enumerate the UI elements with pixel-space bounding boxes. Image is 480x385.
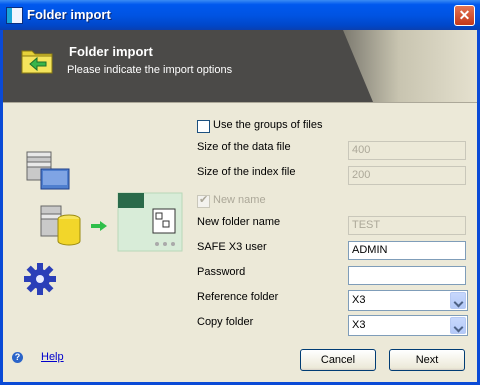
check-icon: ✔: [199, 194, 209, 206]
reference-folder-select[interactable]: X3: [348, 290, 468, 311]
reference-folder-label: Reference folder: [197, 291, 279, 303]
copy-folder-select[interactable]: X3: [348, 315, 468, 336]
password-label: Password: [197, 266, 246, 278]
database-icon: [40, 205, 81, 246]
copy-folder-label: Copy folder: [197, 316, 254, 328]
title-bar[interactable]: Folder import ✕: [0, 0, 480, 30]
index-file-size-label: Size of the index file: [197, 166, 296, 178]
window-icon: [6, 7, 23, 24]
new-folder-name-field[interactable]: TEST: [348, 216, 466, 235]
gear-icon: [24, 263, 56, 295]
folder-import-icon: [21, 50, 53, 74]
arrow-right-icon: [91, 221, 107, 231]
new-name-checkbox[interactable]: ✔: [197, 194, 210, 208]
header-banner: Folder import Please indicate the import…: [3, 30, 477, 102]
banner-title: Folder import: [69, 44, 153, 59]
folder-window-icon: [117, 192, 183, 252]
safe-user-field[interactable]: ADMIN: [348, 241, 466, 260]
data-file-size-label: Size of the data file: [197, 141, 291, 153]
database-server-icon: [26, 151, 70, 190]
use-groups-checkbox[interactable]: [197, 120, 210, 133]
dialog-window: Folder import ✕ Folder import Please ind…: [0, 0, 480, 385]
safe-user-label: SAFE X3 user: [197, 241, 267, 253]
chevron-down-icon[interactable]: [450, 317, 466, 334]
help-icon[interactable]: ?: [12, 352, 23, 363]
new-folder-name-label: New folder name: [197, 216, 281, 228]
help-link[interactable]: Help: [41, 351, 64, 363]
close-button[interactable]: ✕: [454, 5, 475, 26]
dialog-client: Folder import Please indicate the import…: [3, 30, 477, 382]
index-file-size-field[interactable]: 200: [348, 166, 466, 185]
reference-folder-value: X3: [352, 294, 366, 306]
copy-folder-value: X3: [352, 319, 366, 331]
next-button[interactable]: Next: [389, 349, 465, 371]
banner-decoration: [343, 30, 477, 102]
use-groups-label: Use the groups of files: [213, 119, 323, 131]
password-field[interactable]: [348, 266, 466, 285]
data-file-size-field[interactable]: 400: [348, 141, 466, 160]
chevron-down-icon[interactable]: [450, 292, 466, 309]
new-name-label: New name: [213, 194, 266, 206]
window-title: Folder import: [27, 7, 111, 22]
banner-separator: [3, 102, 477, 103]
cancel-button[interactable]: Cancel: [300, 349, 376, 371]
banner-subtitle: Please indicate the import options: [67, 64, 233, 76]
